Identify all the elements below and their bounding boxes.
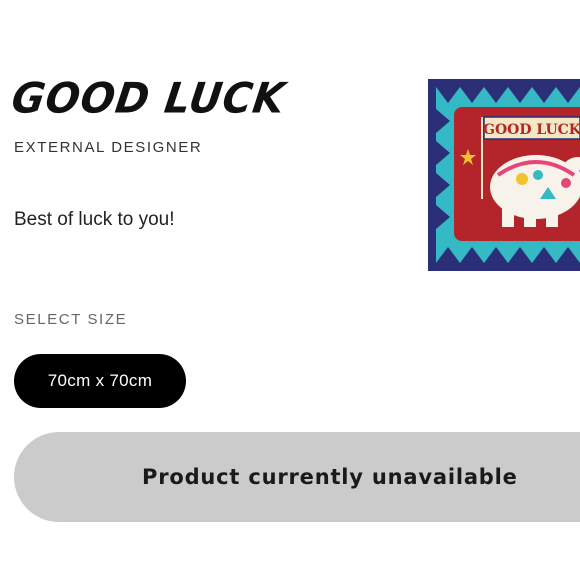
- elephant-leg: [524, 205, 536, 227]
- elephant-leg: [502, 205, 514, 227]
- elephant-ornament: [516, 173, 528, 185]
- scarf-illustration: GOOD LUCK: [428, 79, 580, 271]
- elephant-ornament: [561, 178, 571, 188]
- product-description: Best of luck to you!: [14, 209, 175, 230]
- designer-name[interactable]: EXTERNAL DESIGNER: [14, 139, 202, 156]
- product-image[interactable]: GOOD LUCK: [428, 79, 580, 271]
- select-size-label: SELECT SIZE: [14, 311, 128, 328]
- elephant-ornament: [533, 170, 543, 180]
- product-title: GOOD LUCK: [8, 74, 289, 124]
- elephant-leg: [546, 205, 558, 227]
- unavailable-button[interactable]: Product currently unavailable: [14, 432, 580, 522]
- scarf-banner-text: GOOD LUCK: [483, 122, 580, 138]
- unavailable-button-label: Product currently unavailable: [142, 465, 518, 489]
- product-page: GOOD LUCK EXTERNAL DESIGNER Best of luck…: [0, 0, 580, 580]
- size-option-70cm[interactable]: 70cm x 70cm: [14, 354, 186, 408]
